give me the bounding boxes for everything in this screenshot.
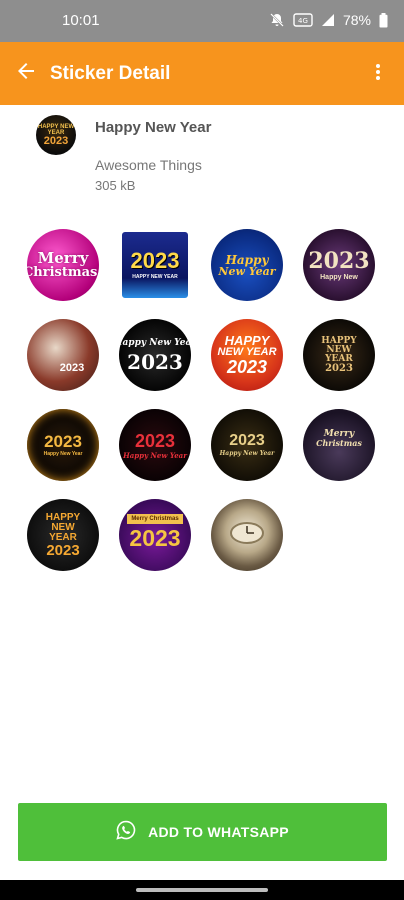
sticker-text: 2023 [226, 357, 268, 377]
sticker-item[interactable]: Merry Christmas [303, 409, 375, 481]
sticker-text: Happy New Year [43, 451, 83, 457]
volte-icon: 4G [293, 12, 313, 28]
signal-icon [321, 13, 335, 27]
tray-text-top: HAPPY NEW YEAR [37, 123, 75, 136]
sticker-text: Merry Christmas [127, 514, 183, 524]
sticker-item[interactable]: HAPPY NEW YEAR 2023 [303, 319, 375, 391]
sticker-item[interactable]: 2023 Happy New Year [119, 409, 191, 481]
sticker-item[interactable]: HAPPY NEW YEAR 2023 [27, 499, 99, 571]
arrow-back-icon [14, 59, 38, 88]
pack-publisher: Awesome Things [95, 157, 202, 173]
pack-tray-icon: HAPPY NEW YEAR 2023 [36, 115, 76, 155]
battery-percent: 78% [342, 12, 371, 28]
sticker-text: HAPPY [45, 511, 81, 523]
sticker-text: Happy New Year [219, 450, 275, 457]
sticker-text: 2023 [127, 349, 183, 374]
sticker-text: Happy New [320, 273, 358, 281]
more-vert-icon [375, 63, 381, 86]
sticker-text: 2023 [129, 525, 181, 551]
whatsapp-icon [116, 820, 136, 845]
sticker-item[interactable]: Merry Christmas! [27, 229, 99, 301]
status-time: 10:01 [62, 12, 100, 29]
sticker-text: 2023 [44, 432, 82, 451]
pack-info: HAPPY NEW YEAR 2023 Happy New Year Aweso… [0, 105, 404, 215]
status-icons: 4G 78% [269, 12, 388, 28]
pack-name: Happy New Year [95, 119, 212, 136]
status-bar: 10:01 4G 78% [0, 0, 404, 42]
sticker-text: New Year [218, 264, 276, 278]
sticker-grid: Merry Christmas! 2023 HAPPY NEW YEAR Hap… [27, 229, 387, 571]
battery-icon [379, 12, 388, 28]
sticker-item[interactable]: Merry Christmas 2023 [119, 499, 191, 571]
sticker-item[interactable]: Happy New Year [211, 229, 283, 301]
sticker-item[interactable]: 2023 Happy New [303, 229, 375, 301]
sticker-item[interactable]: HAPPY NEW YEAR 2023 [211, 319, 283, 391]
svg-text:4G: 4G [298, 17, 308, 25]
sticker-text: 2023 [130, 248, 180, 273]
sticker-text: HAPPY NEW YEAR [132, 274, 178, 280]
sticker-text: 2023 [46, 541, 80, 559]
add-to-whatsapp-button[interactable]: ADD TO WHATSAPP [18, 803, 387, 861]
sticker-item[interactable] [211, 499, 283, 571]
sticker-text: 2023 [229, 432, 265, 449]
system-nav-bar [0, 880, 404, 900]
sticker-text: 2023 [59, 361, 85, 374]
back-button[interactable] [0, 42, 52, 105]
sticker-text: Happy New Year [119, 337, 191, 348]
sticker-text: YEAR [49, 531, 77, 543]
sticker-item[interactable]: 2023 [27, 319, 99, 391]
sticker-text: 2023 [134, 430, 176, 451]
sticker-text: Merry [37, 249, 89, 267]
sticker-item[interactable]: 2023 HAPPY NEW YEAR [119, 229, 191, 301]
sticker-item[interactable]: Happy New Year 2023 [119, 319, 191, 391]
sticker-item[interactable]: 2023 Happy New Year [27, 409, 99, 481]
overflow-menu-button[interactable] [366, 60, 390, 88]
home-gesture-handle[interactable] [136, 888, 268, 892]
clock-sticker-icon [229, 521, 265, 550]
sticker-text: 2023 [325, 362, 353, 374]
sticker-text: Happy New Year [123, 450, 187, 460]
page-title: Sticker Detail [50, 62, 171, 84]
sticker-text: NEW [51, 521, 75, 533]
pack-size: 305 kB [95, 178, 136, 193]
app-bar: Sticker Detail [0, 42, 404, 105]
notifications-off-icon [269, 12, 285, 28]
sticker-text: Happy [225, 252, 269, 267]
sticker-item[interactable]: 2023 Happy New Year [211, 409, 283, 481]
tray-text-year: 2023 [43, 134, 69, 147]
sticker-text: Christmas [316, 437, 362, 448]
sticker-text: Christmas! [27, 265, 99, 280]
sticker-text: 2023 [308, 247, 370, 274]
add-button-label: ADD TO WHATSAPP [148, 824, 289, 840]
